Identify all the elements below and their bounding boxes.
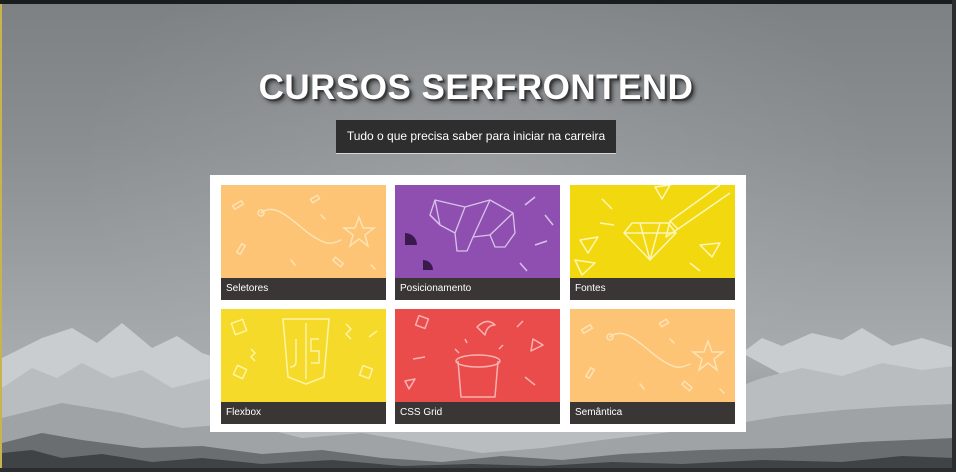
course-grid: Seletores Posicionamento Fontes Flexbox … [210, 175, 746, 432]
course-card-flexbox[interactable]: Flexbox [221, 309, 386, 424]
diamond-pencil-icon [570, 185, 735, 278]
page-title: CURSOS SERFRONTEND [258, 68, 694, 107]
course-label: Fontes [570, 278, 735, 300]
course-card-css-grid[interactable]: CSS Grid [395, 309, 560, 424]
page-subtitle: Tudo o que precisa saber para iniciar na… [335, 120, 617, 154]
course-label: Posicionamento [395, 278, 560, 300]
origami-elephant-icon [395, 185, 560, 278]
course-label: CSS Grid [395, 402, 560, 424]
course-card-seletores[interactable]: Seletores [221, 185, 386, 300]
star-path-icon [570, 309, 735, 402]
js-badge-icon [221, 309, 386, 402]
course-card-semantica[interactable]: Semântica [570, 309, 735, 424]
course-label: Seletores [221, 278, 386, 300]
course-label: Flexbox [221, 402, 386, 424]
course-label: Semântica [570, 402, 735, 424]
course-card-fontes[interactable]: Fontes [570, 185, 735, 300]
magic-hat-icon [395, 309, 560, 402]
star-path-icon [221, 185, 386, 278]
course-card-posicionamento[interactable]: Posicionamento [395, 185, 560, 300]
